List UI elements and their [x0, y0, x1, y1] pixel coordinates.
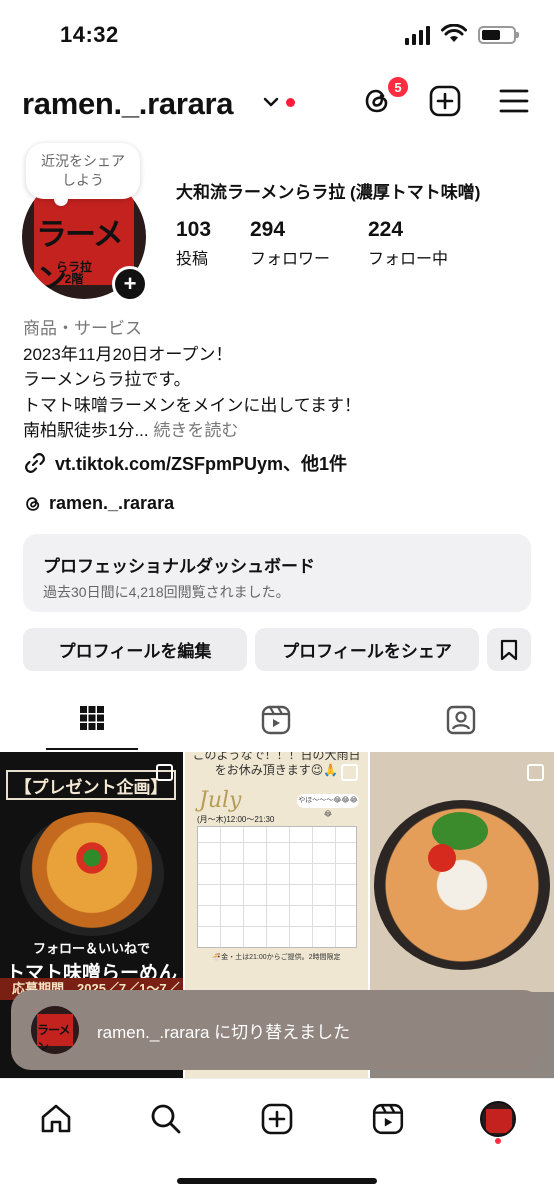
username-switcher[interactable]: ramen._.rarara: [22, 86, 234, 122]
nav-home[interactable]: [34, 1097, 78, 1141]
calendar-pill: やほ～～～😂😂😂😂: [297, 794, 359, 818]
profile-activity-dot: [495, 1138, 501, 1144]
profile-avatar-icon: [480, 1101, 516, 1137]
bio-line: 南柏駅徒歩1分...: [23, 421, 149, 440]
cellular-signal-icon: [405, 26, 430, 45]
note-text-line1: 近況をシェア: [41, 153, 125, 169]
threads-handle[interactable]: ramen._.rarara: [49, 493, 174, 514]
note-bubble[interactable]: 近況をシェア しよう: [26, 143, 140, 206]
dashboard-title: プロフェッショナルダッシュボード: [43, 557, 315, 576]
carousel-icon: [527, 764, 544, 781]
toast-avatar: ラーメン: [31, 1006, 79, 1054]
share-profile-button[interactable]: プロフィールをシェア: [255, 628, 479, 671]
edit-profile-button[interactable]: プロフィールを編集: [23, 628, 247, 671]
chevron-down-icon[interactable]: [263, 96, 279, 108]
search-icon: [151, 1104, 181, 1134]
stat-followers[interactable]: 294 フォロワー: [250, 218, 330, 269]
profile-link[interactable]: vt.tiktok.com/ZSFpmPUym、他1件: [23, 450, 347, 476]
threads-notification-badge: 5: [386, 75, 410, 99]
threads-icon: [26, 496, 40, 511]
post-banner-text: 【プレゼント企画】: [6, 770, 176, 800]
nav-search[interactable]: [144, 1097, 188, 1141]
carousel-icon: [341, 764, 358, 781]
tab-reels[interactable]: [226, 700, 326, 750]
profile-bio: 商品・サービス 2023年11月20日オープン！ ラーメンらラ拉です。 トマト味…: [23, 316, 361, 444]
read-more-link[interactable]: 続きを読む: [153, 421, 238, 440]
create-icon: [261, 1103, 293, 1135]
active-tab-indicator: [46, 748, 138, 750]
carousel-icon: [156, 764, 173, 781]
dashboard-subtitle: 過去30日間に4,218回閲覧されました。: [43, 584, 290, 600]
reels-icon: [372, 1103, 404, 1135]
bio-line: ラーメンらラ拉です。: [23, 370, 191, 389]
status-bar: 14:32: [0, 0, 554, 70]
home-icon: [41, 1104, 71, 1133]
account-switched-toast[interactable]: ラーメン ramen._.rarara に切り替えました: [11, 990, 543, 1070]
bio-line: 2023年11月20日オープン！: [23, 344, 233, 364]
avatar-sign-subtext: らラ拉 2階: [56, 260, 93, 286]
reels-icon: [261, 705, 291, 735]
post-text: フォロー＆いいねで: [32, 941, 150, 956]
wifi-icon: [441, 24, 467, 42]
status-time: 14:32: [60, 22, 119, 47]
bookmark-icon: [500, 639, 518, 660]
tomato-topping: [428, 844, 456, 872]
business-hours: (月～木)12:00～21:30: [197, 815, 275, 824]
profile-tabs: [0, 700, 554, 752]
tab-tagged[interactable]: [411, 700, 511, 750]
tagged-icon: [446, 705, 476, 735]
profile-category: 商品・サービス: [23, 319, 142, 338]
toast-message: ramen._.rarara に切り替えました: [97, 1022, 351, 1042]
link-icon: [25, 453, 45, 473]
nav-reels[interactable]: [366, 1097, 410, 1141]
threads-profile-link[interactable]: ramen._.rarara: [23, 493, 174, 514]
nav-profile[interactable]: [476, 1097, 520, 1141]
create-post-icon[interactable]: [428, 84, 462, 118]
account-notification-dot: [286, 98, 295, 107]
stat-following[interactable]: 224 フォロー中: [368, 218, 448, 269]
grid-icon: [80, 706, 104, 730]
tab-posts-grid[interactable]: [42, 700, 142, 750]
menu-icon[interactable]: [497, 84, 531, 118]
home-indicator: [177, 1178, 377, 1184]
note-text-line2: しよう: [62, 172, 104, 188]
display-name: 大和流ラーメンらラ拉 (濃厚トマト味噌): [176, 183, 481, 202]
calendar-footer: 🍜金・土は21:00からご提供。2時間限定: [212, 954, 341, 961]
ramen-bowl-image: [20, 812, 164, 936]
profile-link-text[interactable]: vt.tiktok.com/ZSFpmPUym、他1件: [55, 450, 347, 476]
profile-header: ramen._.rarara 5: [0, 75, 554, 128]
stat-posts[interactable]: 103 投稿: [176, 218, 211, 269]
add-story-button[interactable]: +: [112, 266, 148, 302]
nav-create[interactable]: [255, 1097, 299, 1141]
saved-button[interactable]: [487, 628, 531, 671]
battery-icon: [478, 26, 519, 44]
bio-line: トマト味噌ラーメンをメインに出してます！: [23, 395, 361, 415]
professional-dashboard[interactable]: プロフェッショナルダッシュボード 過去30日間に4,218回閲覧されました。: [23, 534, 531, 612]
calendar-table: [197, 826, 357, 948]
calendar-month: July: [199, 788, 242, 813]
